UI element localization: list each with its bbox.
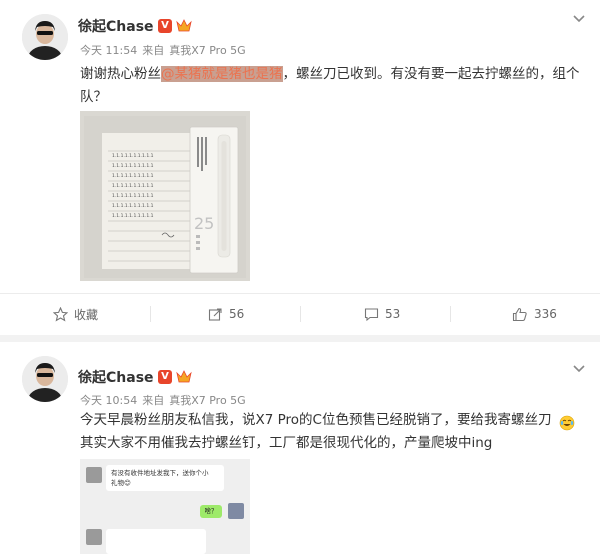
post-meta: 今天 11:54 来自 真我X7 Pro 5G [80,42,251,58]
source-prefix: 来自 [142,44,165,57]
verified-badge-icon: V [158,19,172,33]
user-avatar[interactable] [22,14,68,60]
post-image[interactable]: 1.1.1.1.1.1.1.1.1.1 1.1.1.1.1.1.1.1.1.1 … [80,111,250,281]
comment-icon [364,307,379,321]
repost-icon [208,307,222,321]
body-line: 其实大家不用催我去拧螺丝钉，工厂都是很现代化的，产量爬坡中ing [80,435,493,451]
username[interactable]: 徐起Chase [78,367,154,387]
chat-screenshot-image[interactable]: 有没有收件地址发我下，送你个小 礼物😊 啥？ [80,459,250,554]
action-bar: 收藏 56 53 336 [0,293,600,334]
chat-text: 礼物😊 [111,479,131,487]
thumbs-up-icon [512,307,527,321]
letter-line: 1.1.1.1.1.1.1.1.1.1 [112,163,154,169]
like-button[interactable]: 336 [512,294,557,334]
chat-bubble-sent: 啥？ [200,505,222,518]
post-time: 今天 11:54 [80,44,138,57]
chat-text: 有没有收件地址发我下，送你个小 [111,469,209,477]
username[interactable]: 徐起Chase [78,16,154,36]
source-prefix: 来自 [142,394,165,407]
chat-avatar [86,529,102,545]
body-text: 谢谢热心粉丝 [80,66,161,82]
source-device[interactable]: 真我X7 Pro 5G [169,394,246,407]
favorite-button[interactable]: 收藏 [53,294,98,334]
repost-button[interactable]: 56 [208,294,244,334]
body-line: 今天早晨粉丝朋友私信我，说X7 Pro的C位色预售已经脱销了，要给我寄螺丝刀 [80,412,552,428]
chat-bubble-received-2 [106,529,206,554]
comment-count: 53 [385,307,401,321]
letter-line: 1.1.1.1.1.1.1.1.1.1 [112,183,154,189]
letter-line: 1.1.1.1.1.1.1.1.1.1 [112,193,154,199]
like-count: 336 [534,307,557,321]
box-number: 25 [194,214,214,233]
post-body: 谢谢热心粉丝@某猪就是猪也是猪，螺丝刀已收到。有没有要一起去拧螺丝的，组个队？ [80,63,580,109]
star-icon [53,306,68,322]
fan-crown-icon [176,370,192,383]
chevron-down-icon[interactable] [572,14,586,24]
crying-laughing-emoji-icon [559,415,575,431]
favorite-label: 收藏 [74,307,99,322]
chat-avatar [86,467,102,483]
fan-crown-icon [176,19,192,32]
chat-avatar-self [228,503,244,519]
chevron-down-icon[interactable] [572,364,586,374]
post-body: 今天早晨粉丝朋友私信我，说X7 Pro的C位色预售已经脱销了，要给我寄螺丝刀 其… [80,409,580,455]
post-time: 今天 10:54 [80,394,138,407]
repost-count: 56 [229,307,245,321]
post-meta: 今天 10:54 来自 真我X7 Pro 5G [80,392,251,408]
chat-bubble-received: 有没有收件地址发我下，送你个小 礼物😊 [106,465,224,491]
comment-button[interactable]: 53 [364,294,400,334]
letter-line: 1.1.1.1.1.1.1.1.1.1 [112,203,154,209]
weibo-post-2: 徐起Chase V 今天 10:54 来自 真我X7 Pro 5G 今天早晨粉丝朋友… [0,342,600,554]
letter-line: 1.1.1.1.1.1.1.1.1.1 [112,153,154,159]
weibo-post-1: 徐起Chase V 今天 11:54 来自 真我X7 Pro 5G 谢谢热心粉丝@某… [0,0,600,335]
letter-line: 1.1.1.1.1.1.1.1.1.1 [112,173,154,179]
verified-badge-icon: V [158,370,172,384]
mention-link[interactable]: @某猪就是猪也是猪 [161,66,283,82]
user-avatar[interactable] [22,356,68,402]
source-device[interactable]: 真我X7 Pro 5G [169,44,246,57]
letter-line: 1.1.1.1.1.1.1.1.1.1 [112,213,154,219]
